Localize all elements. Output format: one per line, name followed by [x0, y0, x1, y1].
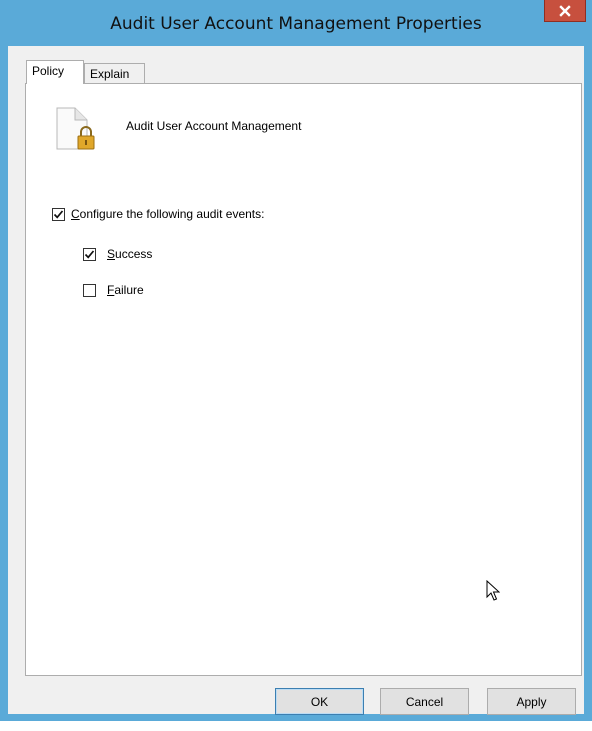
configure-label-text: onfigure the following audit events: [79, 207, 265, 221]
failure-label-text: ailure [114, 283, 144, 297]
policy-document-lock-icon [53, 107, 95, 151]
failure-checkbox[interactable] [83, 284, 96, 297]
close-button[interactable] [544, 0, 586, 22]
title-bar[interactable]: Audit User Account Management Properties [0, 0, 592, 46]
configure-label[interactable]: Configure the following audit events: [71, 207, 264, 221]
window-title: Audit User Account Management Properties [110, 14, 482, 34]
tab-explain-label: Explain [90, 67, 130, 81]
tab-explain[interactable]: Explain [84, 63, 145, 84]
close-icon [559, 4, 571, 17]
cancel-button[interactable]: Cancel [380, 688, 469, 715]
mouse-cursor-icon [486, 579, 501, 605]
policy-name: Audit User Account Management [126, 119, 302, 133]
success-checkbox[interactable] [83, 248, 96, 261]
tab-policy-label: Policy [32, 64, 65, 78]
ok-button[interactable]: OK [275, 688, 364, 715]
configure-checkbox[interactable] [52, 208, 65, 221]
success-label[interactable]: Success [107, 247, 152, 261]
checkmark-icon [84, 250, 95, 259]
success-label-access-key: S [107, 247, 116, 261]
tab-policy[interactable]: Policy [26, 60, 84, 84]
configure-label-access-key: C [71, 207, 80, 221]
success-label-text: uccess [115, 247, 153, 261]
apply-button[interactable]: Apply [487, 688, 576, 715]
failure-label[interactable]: Failure [107, 283, 144, 297]
checkmark-icon [53, 210, 64, 219]
